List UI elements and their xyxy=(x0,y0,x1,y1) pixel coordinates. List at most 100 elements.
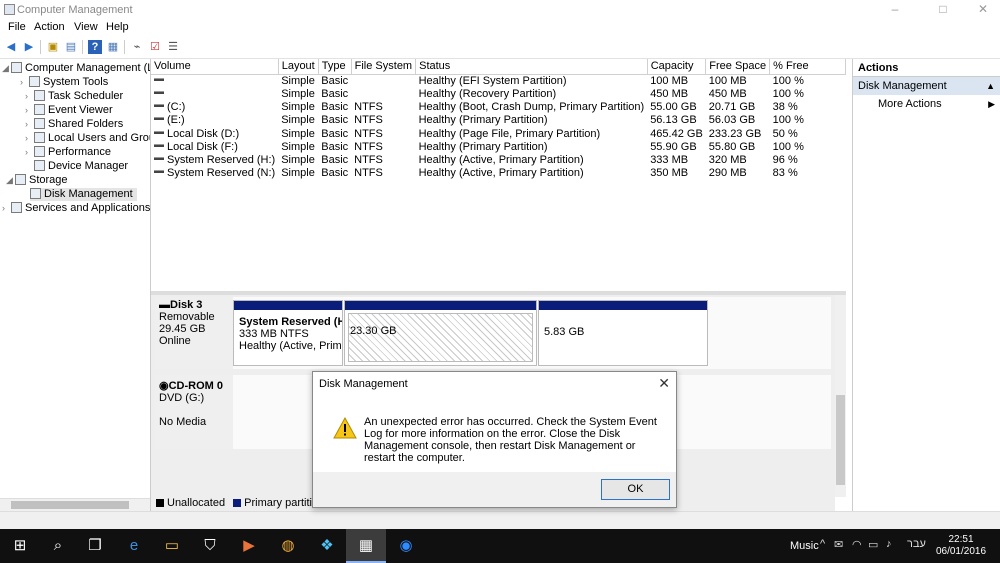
expand-icon[interactable]: › xyxy=(25,90,34,103)
disk-vertical-scrollbar[interactable] xyxy=(835,295,846,497)
menu-view[interactable]: View xyxy=(74,21,98,33)
volume-table-header: Volume Layout Type File System Status Ca… xyxy=(151,59,846,75)
status-bar xyxy=(0,511,1000,529)
volume-row[interactable]: Simple Basic Healthy (EFI System Partition… xyxy=(151,74,846,88)
col-file-system[interactable]: File System xyxy=(351,59,417,75)
zoom-icon[interactable]: ◉ xyxy=(386,529,426,563)
toolbar-divider xyxy=(82,40,83,54)
properties-icon[interactable]: ▦ xyxy=(106,40,120,54)
media-player-icon[interactable]: ▶ xyxy=(229,529,269,563)
file-explorer-icon[interactable]: ▭ xyxy=(152,529,192,563)
minimize-button[interactable]: – xyxy=(880,0,910,20)
notifications-icon[interactable]: ✉ xyxy=(834,538,843,551)
volume-row[interactable]: System Reserved (N:) Simple Basic NTFS Healt… xyxy=(151,167,846,180)
scroll-thumb[interactable] xyxy=(836,395,845,485)
tree-root[interactable]: ◢Computer Management (Local xyxy=(2,62,150,75)
maximize-button[interactable]: □ xyxy=(928,0,958,20)
partition-5gb[interactable]: 5.83 GB xyxy=(538,300,708,366)
dialog-close-icon[interactable]: ✕ xyxy=(658,375,670,392)
tree-event-viewer[interactable]: › Event Viewer xyxy=(25,104,113,117)
menu-action[interactable]: Action xyxy=(34,21,65,33)
close-button[interactable]: ✕ xyxy=(968,0,998,20)
actions-section-disk-management[interactable]: Disk Management ▲ xyxy=(853,77,1000,95)
collapse-up-icon[interactable]: ▲ xyxy=(986,77,995,95)
volume-cell-text: Simple xyxy=(281,100,315,113)
expand-icon[interactable]: › xyxy=(20,76,29,89)
tree-horizontal-scrollbar[interactable] xyxy=(0,498,150,511)
checklist-icon[interactable]: ☑ xyxy=(148,40,162,54)
store-icon[interactable]: ⛉ xyxy=(190,529,230,563)
tree-local-users[interactable]: ›Local Users and Groups xyxy=(25,132,150,145)
edge-browser-icon[interactable]: e xyxy=(114,529,154,563)
tree-device-manager[interactable]: Device Manager xyxy=(34,160,128,173)
expand-icon[interactable]: › xyxy=(25,104,34,117)
expand-icon[interactable]: › xyxy=(25,146,34,159)
connect-icon[interactable]: ⌁ xyxy=(130,40,144,54)
search-icon[interactable]: ⌕ xyxy=(38,529,78,563)
col-percent-free[interactable]: % Free xyxy=(769,59,846,75)
volume-row[interactable]: (C:) Simple Basic NTFS Healthy (Boot, Crash … xyxy=(151,101,846,114)
tree-system-tools[interactable]: › System Tools xyxy=(20,76,108,89)
volume-icon[interactable]: ♪ xyxy=(886,538,892,550)
volume-row[interactable]: Simple Basic Healthy (Recovery Partition) 4… xyxy=(151,88,846,101)
forward-arrow-icon[interactable]: ▶ xyxy=(22,40,36,54)
primary-partition-bar xyxy=(345,301,536,310)
language-indicator[interactable]: עבר xyxy=(907,538,926,550)
ok-button[interactable]: OK xyxy=(601,479,670,500)
partition-system-reserved-h[interactable]: System Reserved (H:) 333 MB NTFS Healthy… xyxy=(233,300,343,366)
volume-cell-text: 350 MB xyxy=(650,167,689,180)
col-free-space[interactable]: Free Space xyxy=(705,59,771,75)
expand-icon[interactable]: › xyxy=(25,132,34,145)
collapse-icon[interactable]: ◢ xyxy=(2,62,11,75)
tools-icon xyxy=(29,76,40,87)
disk-3-label[interactable]: ▬Disk 3 Removable 29.45 GB Online xyxy=(155,297,233,369)
disk-3-size: 29.45 GB xyxy=(159,323,206,335)
up-folder-icon[interactable]: ▣ xyxy=(46,40,60,54)
partition-size: 5.83 GB xyxy=(544,326,585,338)
col-status[interactable]: Status xyxy=(415,59,648,75)
expand-icon[interactable]: › xyxy=(2,202,11,215)
col-volume[interactable]: Volume xyxy=(151,59,279,75)
menu-help[interactable]: Help xyxy=(106,21,129,33)
tray-music-label[interactable]: Music xyxy=(790,540,819,552)
clock-icon xyxy=(34,90,45,101)
back-arrow-icon[interactable]: ◀ xyxy=(4,40,18,54)
cdrom-label[interactable]: ◉CD-ROM 0 DVD (G:) No Media xyxy=(155,375,233,449)
start-windows-icon[interactable]: ⊞ xyxy=(0,529,40,563)
volume-row[interactable]: System Reserved (H:) Simple Basic NTFS Healt… xyxy=(151,154,846,167)
volume-cell-text: (C:) xyxy=(167,100,186,113)
battery-icon[interactable]: ▭ xyxy=(868,538,878,551)
list-view-icon[interactable]: ☰ xyxy=(166,40,180,54)
volume-row[interactable]: Local Disk (F:) Simple Basic NTFS Healthy (P… xyxy=(151,141,846,154)
expand-icon[interactable]: › xyxy=(25,118,34,131)
kodi-icon[interactable]: ❖ xyxy=(307,529,347,563)
tree-services[interactable]: › Services and Applications xyxy=(2,202,150,215)
collapse-icon[interactable]: ◢ xyxy=(6,174,15,187)
tree-disk-management[interactable]: Disk Management xyxy=(30,188,137,201)
tray-expand-icon[interactable]: ^ xyxy=(820,538,825,550)
volume-cell-text: 290 MB xyxy=(708,167,747,180)
wifi-icon[interactable]: ◠ xyxy=(852,538,862,551)
clock[interactable]: 22:51 06/01/2016 xyxy=(930,534,992,558)
more-actions-item[interactable]: More Actions ▶ xyxy=(853,95,1000,113)
chrome-icon[interactable]: ◍ xyxy=(268,529,308,563)
tree-task-scheduler[interactable]: › Task Scheduler xyxy=(25,90,123,103)
volume-cell: 100 MB xyxy=(706,74,770,88)
volume-cell: NTFS xyxy=(351,101,415,114)
col-layout[interactable]: Layout xyxy=(278,59,319,75)
tree-shared-folders[interactable]: › Shared Folders xyxy=(25,118,123,131)
volume-row[interactable]: (E:) Simple Basic NTFS Healthy (Primary Part… xyxy=(151,114,846,127)
col-type[interactable]: Type xyxy=(318,59,352,75)
partition-unallocated-23gb[interactable]: 23.30 GB xyxy=(344,300,537,366)
computer-management-taskbar-icon[interactable]: ▦ xyxy=(346,529,386,563)
help-icon[interactable]: ? xyxy=(88,40,102,54)
volume-row[interactable]: Local Disk (D:) Simple Basic NTFS Healthy (P… xyxy=(151,127,846,140)
col-capacity[interactable]: Capacity xyxy=(647,59,707,75)
task-view-icon[interactable]: ❐ xyxy=(75,529,115,563)
scroll-thumb[interactable] xyxy=(11,501,129,509)
show-hide-tree-icon[interactable]: ▤ xyxy=(64,40,78,54)
tree-storage[interactable]: ◢ Storage xyxy=(6,174,68,187)
volume-cell-text: 100 % xyxy=(772,114,804,127)
menu-file[interactable]: File xyxy=(8,21,26,33)
tree-performance[interactable]: › Performance xyxy=(25,146,111,159)
